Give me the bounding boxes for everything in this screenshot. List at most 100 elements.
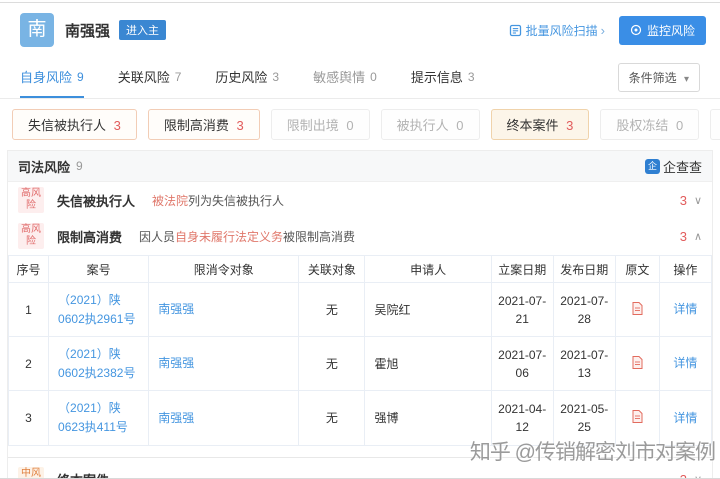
risk-section-title: 失信被执行人 bbox=[57, 191, 135, 210]
page-header: 南 南强强 进入主 批量风险扫描 › 监控风险 bbox=[0, 3, 720, 57]
cell-applicant: 强博 bbox=[365, 391, 491, 445]
caret-down-icon: ▾ bbox=[684, 74, 689, 85]
chip-count: 3 bbox=[114, 118, 121, 133]
mid-risk-badge: 中风险 bbox=[18, 467, 44, 479]
detail-link[interactable]: 详情 bbox=[673, 356, 697, 370]
cell-publish-date: 2021-05-25 bbox=[553, 391, 615, 445]
cell-publish-date: 2021-07-28 bbox=[553, 283, 615, 337]
original-document-icon[interactable] bbox=[631, 409, 644, 427]
chip-dishonest-executee[interactable]: 失信被执行人 3 bbox=[12, 109, 137, 140]
risk-section-toggle[interactable]: 3 ∧ bbox=[680, 229, 702, 244]
col-header-filing-date: 立案日期 bbox=[491, 256, 553, 283]
detail-link[interactable]: 详情 bbox=[673, 302, 697, 316]
avatar: 南 bbox=[20, 13, 54, 47]
tab-history-risk[interactable]: 历史风险 3 bbox=[215, 57, 279, 98]
qichacha-logo-icon: 企 bbox=[645, 159, 660, 174]
chevron-up-icon: ∧ bbox=[694, 230, 702, 243]
tab-count: 3 bbox=[272, 70, 279, 84]
case-number-link[interactable]: （2021）陕0602执2382号 bbox=[58, 347, 135, 380]
chip-label: 被执行人 bbox=[397, 118, 449, 133]
cell-index: 3 bbox=[9, 391, 49, 445]
tab-count: 7 bbox=[175, 70, 182, 84]
target-person-link[interactable]: 南强强 bbox=[158, 302, 194, 316]
risk-section-count: 3 bbox=[680, 229, 687, 244]
batch-risk-scan-link[interactable]: 批量风险扫描 › bbox=[509, 22, 605, 39]
chip-consumption-restriction[interactable]: 限制高消费 3 bbox=[148, 109, 260, 140]
tabs-right: 条件筛选 ▾ bbox=[618, 57, 700, 98]
tab-sensitive-news[interactable]: 敏感舆情 0 bbox=[313, 57, 377, 98]
original-document-icon[interactable] bbox=[631, 355, 644, 373]
chip-executee[interactable]: 被执行人 0 bbox=[381, 109, 480, 140]
desc-highlight: 自身未履行法定义务 bbox=[175, 230, 283, 244]
risk-section-count: 3 bbox=[680, 472, 687, 479]
qichacha-brand[interactable]: 企 企查查 bbox=[645, 157, 702, 176]
tab-self-risk[interactable]: 自身风险 9 bbox=[20, 57, 84, 98]
chevron-down-icon: ∨ bbox=[694, 473, 702, 479]
col-header-index: 序号 bbox=[9, 256, 49, 283]
enter-homepage-button[interactable]: 进入主 bbox=[119, 20, 166, 40]
table-header-row: 序号 案号 限消令对象 关联对象 申请人 立案日期 发布日期 原文 操作 bbox=[9, 256, 712, 283]
arrow-right-icon: › bbox=[601, 23, 605, 38]
desc-suffix: 列为失信被执行人 bbox=[188, 194, 284, 208]
target-person-link[interactable]: 南强强 bbox=[158, 356, 194, 370]
chip-exit-restriction[interactable]: 限制出境 0 bbox=[271, 109, 370, 140]
tab-count: 3 bbox=[468, 70, 475, 84]
desc-highlight: 被法院 bbox=[152, 194, 188, 208]
condition-filter-dropdown[interactable]: 条件筛选 ▾ bbox=[618, 63, 700, 92]
chip-terminated-case[interactable]: 终本案件 3 bbox=[491, 109, 590, 140]
high-risk-badge: 高风险 bbox=[18, 223, 44, 249]
detail-link[interactable]: 详情 bbox=[673, 411, 697, 425]
tab-label: 提示信息 bbox=[411, 67, 463, 86]
person-name: 南强强 bbox=[65, 20, 110, 41]
header-actions: 批量风险扫描 › 监控风险 bbox=[509, 16, 706, 45]
judicial-risk-section-bar: 司法风险 9 企 企查查 bbox=[8, 151, 712, 182]
chevron-down-icon: ∨ bbox=[694, 194, 702, 207]
risk-section-consumption-restriction: 高风险 限制高消费 因人员自身未履行法定义务被限制高消费 3 ∧ bbox=[8, 218, 712, 254]
chip-count: 0 bbox=[346, 118, 353, 133]
cell-related: 无 bbox=[299, 283, 365, 337]
high-risk-badge: 高风险 bbox=[18, 187, 44, 213]
batch-scan-label: 批量风险扫描 bbox=[526, 22, 598, 39]
cell-index: 1 bbox=[9, 283, 49, 337]
section-count: 9 bbox=[76, 159, 83, 173]
case-number-link[interactable]: （2021）陕0623执411号 bbox=[58, 401, 128, 434]
col-header-related: 关联对象 bbox=[299, 256, 365, 283]
desc-suffix: 被限制高消费 bbox=[283, 230, 355, 244]
qichacha-brand-name: 企查查 bbox=[663, 157, 702, 176]
condition-filter-label: 条件筛选 bbox=[629, 71, 677, 85]
tab-label: 关联风险 bbox=[118, 67, 170, 86]
chip-count: 0 bbox=[676, 118, 683, 133]
tab-hint-info[interactable]: 提示信息 3 bbox=[411, 57, 475, 98]
original-document-icon[interactable] bbox=[631, 301, 644, 319]
risk-section-terminated-case: 中风险 终本案件 3 ∨ bbox=[8, 458, 712, 479]
tab-label: 敏感舆情 bbox=[313, 67, 365, 86]
desc-prefix: 因人员 bbox=[139, 230, 175, 244]
scan-icon bbox=[509, 24, 522, 37]
chip-label: 限制高消费 bbox=[164, 118, 229, 133]
cell-filing-date: 2021-07-06 bbox=[491, 337, 553, 391]
risk-section-count: 3 bbox=[680, 193, 687, 208]
risk-section-desc: 因人员自身未履行法定义务被限制高消费 bbox=[139, 228, 355, 245]
chip-label: 终本案件 bbox=[507, 118, 559, 133]
risk-type-filter-row: 失信被执行人 3 限制高消费 3 限制出境 0 被执行人 0 终本案件 3 股权… bbox=[0, 99, 720, 149]
risk-section-desc: 被法院列为失信被执行人 bbox=[152, 192, 284, 209]
chip-admin-penalty[interactable]: 行政处罚 0 bbox=[710, 109, 720, 140]
chip-label: 失信被执行人 bbox=[28, 118, 106, 133]
risk-section-dishonest-executee: 高风险 失信被执行人 被法院列为失信被执行人 3 ∨ bbox=[8, 182, 712, 218]
risk-section-toggle[interactable]: 3 ∨ bbox=[680, 193, 702, 208]
target-person-link[interactable]: 南强强 bbox=[158, 411, 194, 425]
risk-report-page: 南 南强强 进入主 批量风险扫描 › 监控风险 自身风险 9 关联风险 7 历史… bbox=[0, 2, 720, 479]
case-number-link[interactable]: （2021）陕0602执2961号 bbox=[58, 293, 135, 326]
monitor-risk-button[interactable]: 监控风险 bbox=[619, 16, 706, 45]
chip-equity-freeze[interactable]: 股权冻结 0 bbox=[600, 109, 699, 140]
col-header-publish-date: 发布日期 bbox=[553, 256, 615, 283]
tab-related-risk[interactable]: 关联风险 7 bbox=[118, 57, 182, 98]
col-header-case-no: 案号 bbox=[49, 256, 149, 283]
col-header-applicant: 申请人 bbox=[365, 256, 491, 283]
tab-count: 9 bbox=[77, 70, 84, 84]
chip-count: 0 bbox=[456, 118, 463, 133]
section-title: 司法风险 bbox=[18, 157, 70, 176]
consumption-restriction-table: 序号 案号 限消令对象 关联对象 申请人 立案日期 发布日期 原文 操作 1 （… bbox=[8, 255, 712, 446]
risk-section-toggle[interactable]: 3 ∨ bbox=[680, 472, 702, 479]
table-row: 1 （2021）陕0602执2961号 南强强 无 吴院红 2021-07-21… bbox=[9, 283, 712, 337]
